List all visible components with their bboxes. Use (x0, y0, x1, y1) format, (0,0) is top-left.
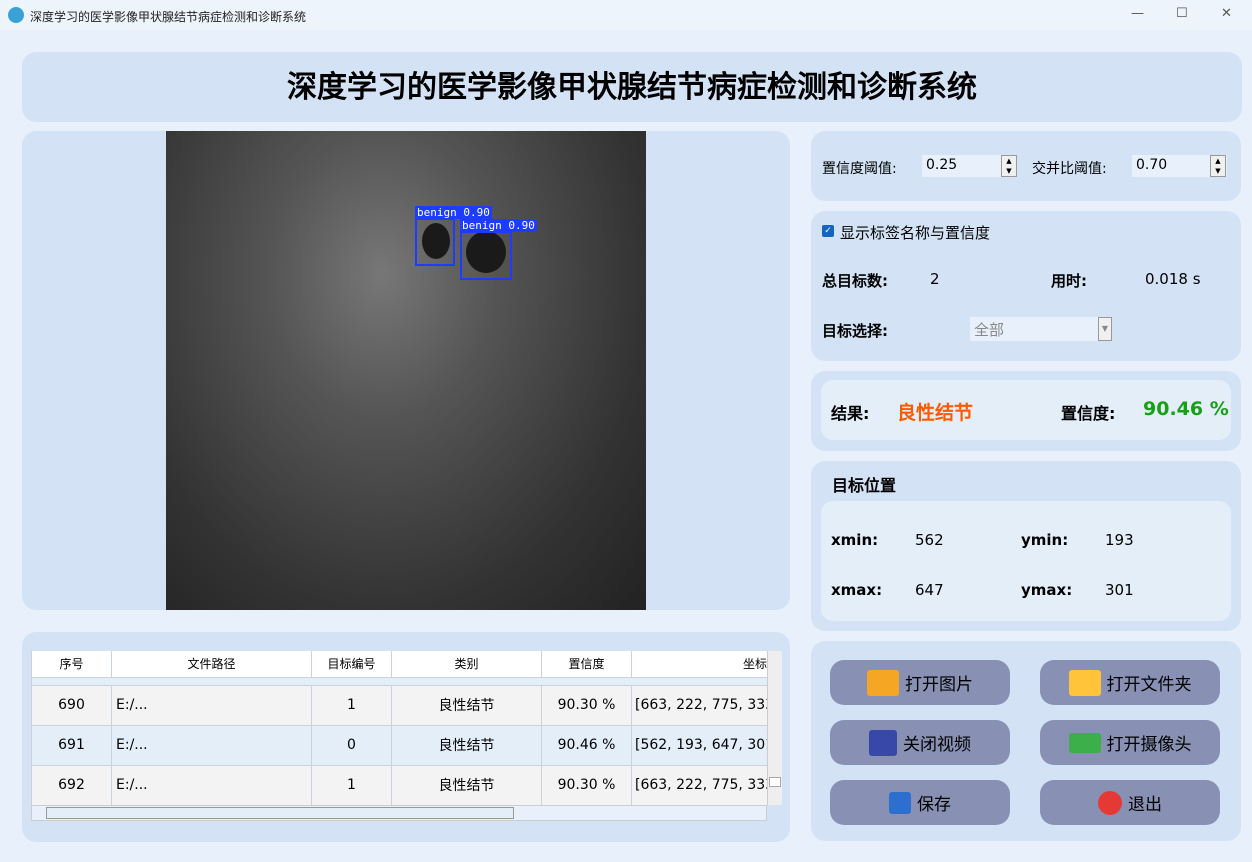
position-panel: 目标位置 xmin: 562 ymin: 193 xmax: 647 ymax:… (811, 461, 1241, 631)
ymax-label: ymax: (1021, 581, 1073, 599)
xmin-label: xmin: (831, 531, 879, 549)
camera-icon (1068, 732, 1101, 753)
maximize-button[interactable]: ☐ (1176, 6, 1188, 21)
close-video-button[interactable]: 关闭视频 (830, 720, 1010, 765)
save-button[interactable]: 保存 (830, 780, 1010, 825)
xmin-value: 562 (915, 531, 944, 549)
total-targets-value: 2 (930, 270, 940, 288)
button-label: 打开图片 (905, 675, 973, 695)
close-button[interactable]: ✕ (1221, 6, 1232, 21)
folder-icon (1068, 669, 1101, 696)
cell: 良性结节 (391, 724, 542, 766)
cell: 90.46 % (541, 724, 632, 766)
cell: 692 (31, 764, 112, 805)
button-label: 打开文件夹 (1106, 675, 1192, 695)
ymin-label: ymin: (1021, 531, 1069, 549)
show-labels-label[interactable]: 显示标签名称与置信度 (840, 222, 990, 243)
conf-spin-buttons[interactable]: ▲ ▼ (1001, 155, 1017, 177)
button-label: 退出 (1128, 795, 1162, 815)
result-label: 结果: (831, 404, 870, 423)
detection-label: benign 0.90 (460, 219, 537, 232)
cell: 良性结节 (391, 684, 542, 726)
result-card: 结果: 良性结节 置信度: 90.46 % (821, 380, 1231, 440)
header-panel: 深度学习的医学影像甲状腺结节病症检测和诊断系统 (22, 52, 1242, 122)
conf-threshold-label: 置信度阈值: (822, 161, 897, 177)
time-value: 0.018 s (1145, 270, 1201, 288)
exit-button[interactable]: 退出 (1040, 780, 1220, 825)
position-card: xmin: 562 ymin: 193 xmax: 647 ymax: 301 (821, 501, 1231, 621)
cell: 1 (311, 684, 392, 726)
scroll-thumb[interactable] (769, 777, 781, 787)
cell: [663, 222, 775, 333] (631, 764, 767, 805)
cell: [663, 222, 775, 333] (631, 684, 767, 726)
table-panel: 序号文件路径目标编号类别置信度坐标位置 690E:/...1良性结节90.30 … (22, 632, 790, 842)
save-icon (889, 791, 911, 814)
power-icon (1098, 790, 1122, 815)
iou-spin-buttons[interactable]: ▲ ▼ (1210, 155, 1226, 177)
button-label: 关闭视频 (903, 735, 971, 755)
time-label: 用时: (1051, 272, 1087, 290)
xmax-value: 647 (915, 581, 944, 599)
button-label: 保存 (917, 795, 951, 815)
cell: 690 (31, 684, 112, 726)
actions-panel: 打开图片 打开文件夹 关闭视频 打开摄像头 保存 退出 (811, 641, 1241, 841)
results-table[interactable]: 序号文件路径目标编号类别置信度坐标位置 690E:/...1良性结节90.30 … (31, 651, 767, 805)
open-image-button[interactable]: 打开图片 (830, 660, 1010, 705)
scroll-thumb[interactable] (46, 807, 514, 819)
horizontal-scrollbar[interactable] (31, 805, 767, 821)
cell: E:/... (111, 684, 312, 726)
result-conf-label: 置信度: (1061, 404, 1116, 423)
table-row[interactable]: 690 E:/... 1 良性结节 90.30 % [663, 222, 775, 333… (31, 684, 767, 726)
cell: 1 (311, 764, 392, 805)
page-title: 深度学习的医学影像甲状腺结节病症检测和诊断系统 (287, 70, 977, 105)
minimize-button[interactable]: — (1131, 6, 1144, 21)
chevron-down-icon[interactable]: ▼ (1098, 317, 1112, 341)
result-value: 良性结节 (897, 402, 974, 424)
detection-label: benign 0.90 (415, 206, 492, 219)
target-select-value: 全部 (974, 321, 1005, 339)
cell: 691 (31, 724, 112, 766)
cell: [562, 193, 647, 301] (631, 724, 767, 766)
detection-box: benign 0.90 (460, 219, 537, 280)
iou-threshold-label: 交并比阈值: (1032, 161, 1107, 177)
title-bar: 深度学习的医学影像甲状腺结节病症检测和诊断系统 — ☐ ✕ (0, 0, 1252, 30)
target-select-label: 目标选择: (822, 322, 888, 340)
video-icon (869, 729, 897, 756)
table-row[interactable]: 691 E:/... 0 良性结节 90.46 % [562, 193, 647, 301… (31, 724, 767, 766)
col-header[interactable]: 目标编号 (311, 651, 392, 678)
cell: E:/... (111, 724, 312, 766)
cell: E:/... (111, 764, 312, 805)
col-header[interactable]: 坐标位置 (631, 651, 767, 678)
ultrasound-image: benign 0.90 benign 0.90 (166, 131, 646, 610)
xmax-label: xmax: (831, 581, 883, 599)
threshold-panel: 置信度阈值: 0.25 ▲ ▼ 交并比阈值: 0.70 ▲ ▼ (811, 131, 1241, 201)
total-targets-label: 总目标数: (822, 272, 888, 290)
window-title: 深度学习的医学影像甲状腺结节病症检测和诊断系统 (30, 10, 307, 24)
app-icon (8, 7, 24, 23)
cell: 良性结节 (391, 764, 542, 805)
open-folder-button[interactable]: 打开文件夹 (1040, 660, 1220, 705)
button-label: 打开摄像头 (1106, 735, 1192, 755)
cell: 90.30 % (541, 684, 632, 726)
result-panel: 结果: 良性结节 置信度: 90.46 % (811, 371, 1241, 451)
result-conf-value: 90.46 % (1143, 398, 1229, 420)
vertical-scrollbar[interactable] (767, 651, 782, 805)
position-title: 目标位置 (832, 476, 897, 495)
open-camera-button[interactable]: 打开摄像头 (1040, 720, 1220, 765)
cell: 0 (311, 724, 392, 766)
col-header[interactable]: 文件路径 (111, 651, 312, 678)
target-select-dropdown[interactable]: 全部 ▼ (970, 317, 1112, 341)
info-panel: ✓ 显示标签名称与置信度 总目标数: 2 用时: 0.018 s 目标选择: 全… (811, 211, 1241, 361)
table-row[interactable]: 692 E:/... 1 良性结节 90.30 % [663, 222, 775, 333… (31, 764, 767, 805)
col-header[interactable]: 序号 (31, 651, 112, 678)
detection-box: benign 0.90 (415, 206, 492, 266)
table-header: 序号文件路径目标编号类别置信度坐标位置 (31, 651, 767, 678)
ymax-value: 301 (1105, 581, 1134, 599)
cell: 90.30 % (541, 764, 632, 805)
image-icon (867, 669, 899, 696)
ymin-value: 193 (1105, 531, 1134, 549)
show-labels-checkbox[interactable]: ✓ (822, 225, 834, 237)
col-header[interactable]: 类别 (391, 651, 542, 678)
col-header[interactable]: 置信度 (541, 651, 632, 678)
